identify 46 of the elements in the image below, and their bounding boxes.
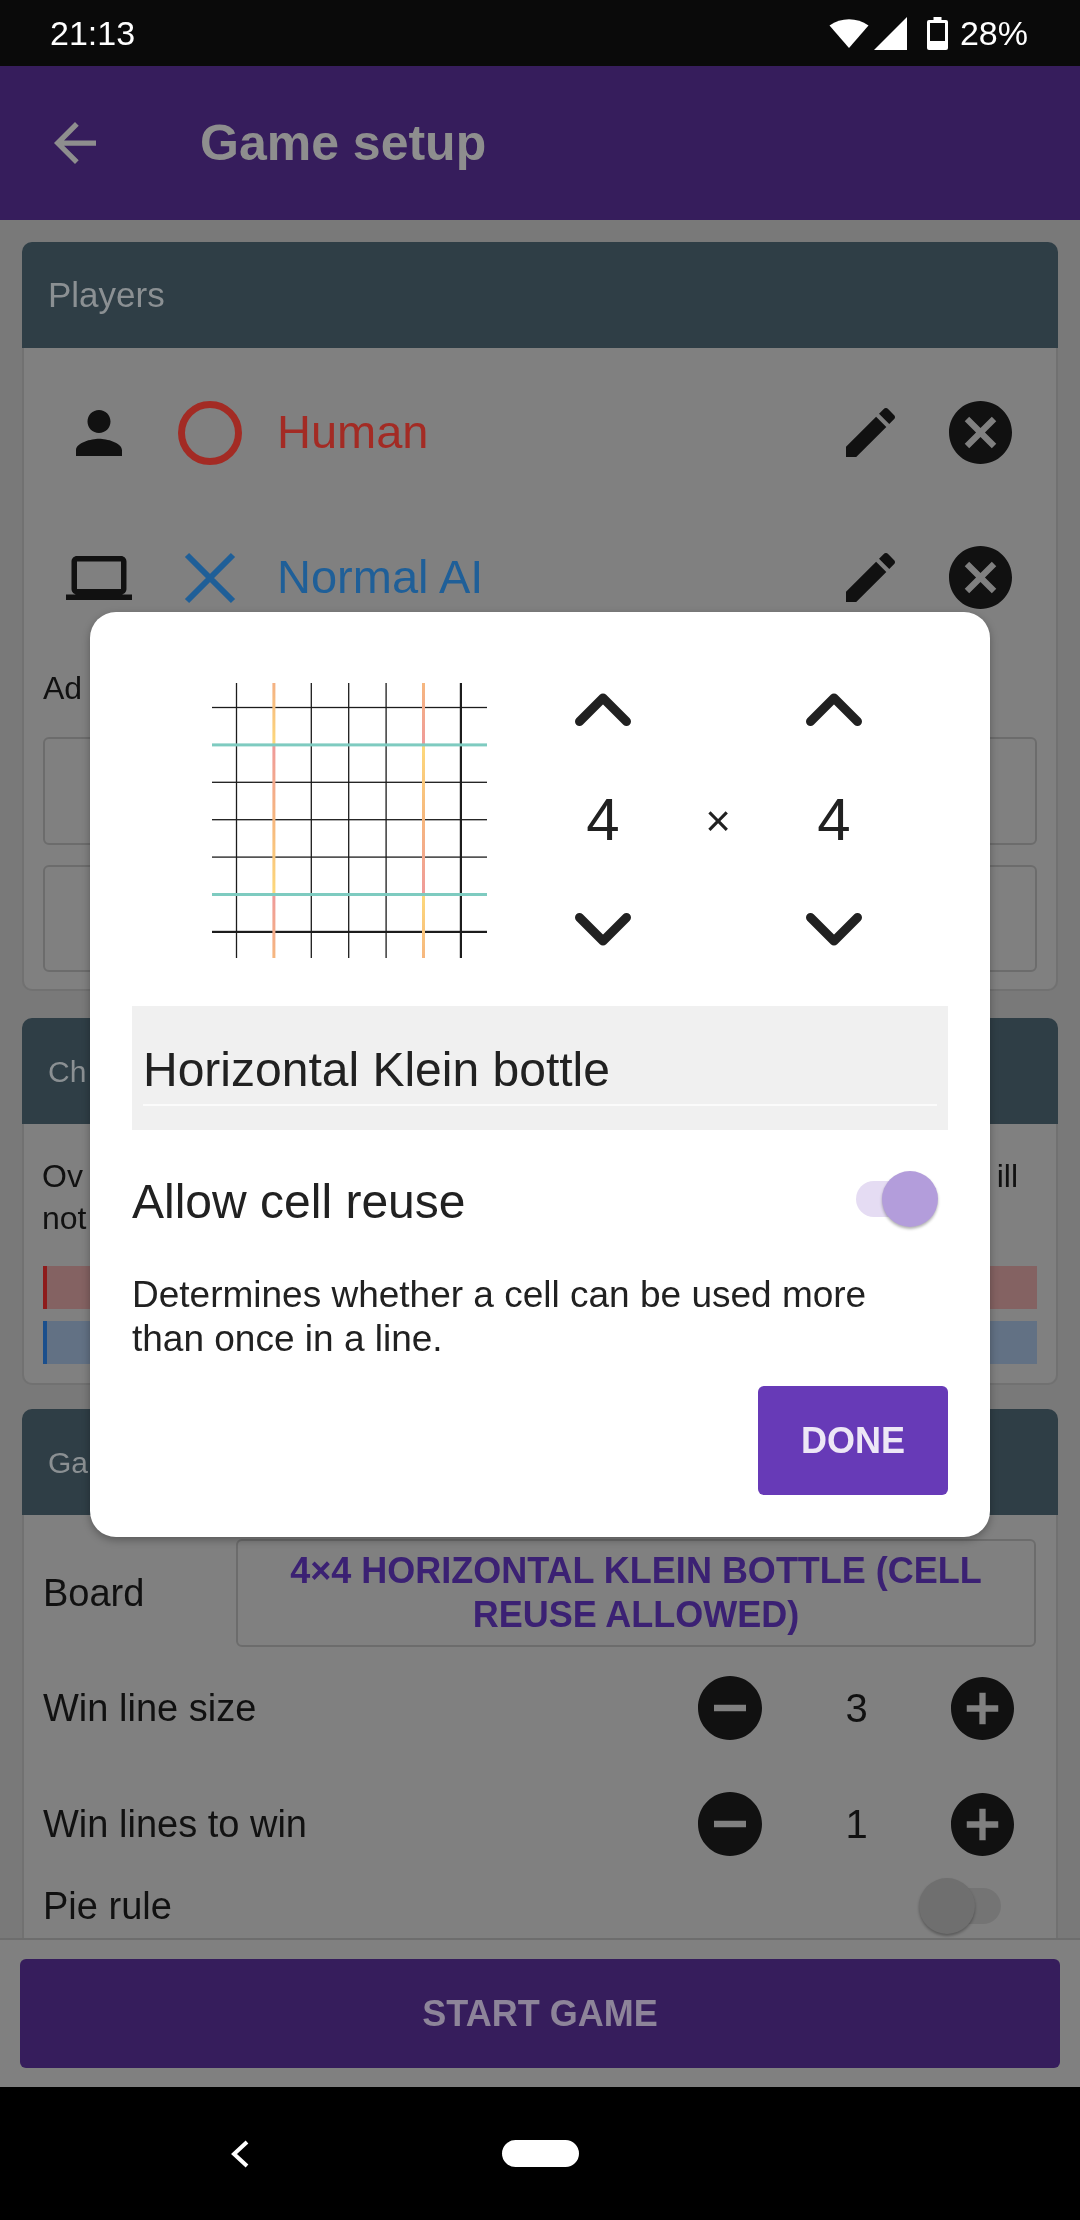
- start-game-button[interactable]: START GAME: [20, 1959, 1060, 2068]
- battery-percent: 28%: [959, 12, 1028, 54]
- board-button[interactable]: 4×4 HORIZONTAL KLEIN BOTTLE (CELL REUSE ALLOWED): [236, 1539, 1036, 1647]
- setting-value: 3: [844, 1685, 869, 1732]
- player-name: Normal AI: [277, 549, 485, 606]
- screen-title: Game setup: [200, 113, 487, 173]
- body-text: not: [41, 1199, 87, 1238]
- pencil-icon[interactable]: [846, 553, 895, 602]
- back-icon[interactable]: [231, 2139, 249, 2168]
- home-icon[interactable]: [502, 2140, 579, 2167]
- card-title: Ch: [48, 1053, 87, 1090]
- chevron-up-icon[interactable]: [575, 693, 631, 726]
- setting-label: Win lines to win: [43, 1801, 308, 1847]
- chevron-down-icon[interactable]: [575, 913, 631, 946]
- multiply-sign: ×: [705, 794, 731, 847]
- chevron-down-icon[interactable]: [806, 913, 862, 946]
- person-icon: [76, 409, 122, 456]
- wifi-icon: [828, 18, 869, 48]
- description-text: Determines whether a cell can be used more than once in a line.: [132, 1273, 868, 1361]
- setting-label: Pie rule: [43, 1883, 173, 1929]
- dimension-value: 4: [817, 784, 851, 855]
- dimension-value: 4: [586, 784, 620, 855]
- close-icon[interactable]: [949, 546, 1012, 609]
- card-title: Players: [48, 273, 165, 316]
- setting-label: Win line size: [43, 1685, 258, 1731]
- player-name: Human: [277, 404, 430, 461]
- close-icon[interactable]: [949, 401, 1012, 464]
- minus-icon[interactable]: [698, 1792, 762, 1856]
- card-title: Ga: [48, 1444, 89, 1481]
- plus-icon[interactable]: [951, 1792, 1014, 1856]
- clock-time: 21:13: [50, 12, 136, 54]
- done-button[interactable]: DONE: [758, 1386, 948, 1495]
- section-label: Ad: [42, 669, 83, 708]
- signal-icon: [873, 16, 907, 50]
- body-text: ill: [996, 1157, 1018, 1196]
- body-text: Ov: [42, 1157, 83, 1196]
- chevron-up-icon[interactable]: [806, 693, 862, 726]
- minus-icon[interactable]: [698, 1676, 762, 1740]
- setting-value: 1: [844, 1801, 869, 1848]
- plus-icon[interactable]: [951, 1676, 1014, 1740]
- laptop-icon: [66, 555, 132, 600]
- setting-label: Allow cell reuse: [132, 1174, 466, 1230]
- battery-icon: [926, 16, 948, 50]
- pencil-icon[interactable]: [846, 408, 895, 457]
- board-type-field[interactable]: Horizontal Klein bottle: [132, 1006, 948, 1130]
- setting-label: Board: [43, 1570, 146, 1616]
